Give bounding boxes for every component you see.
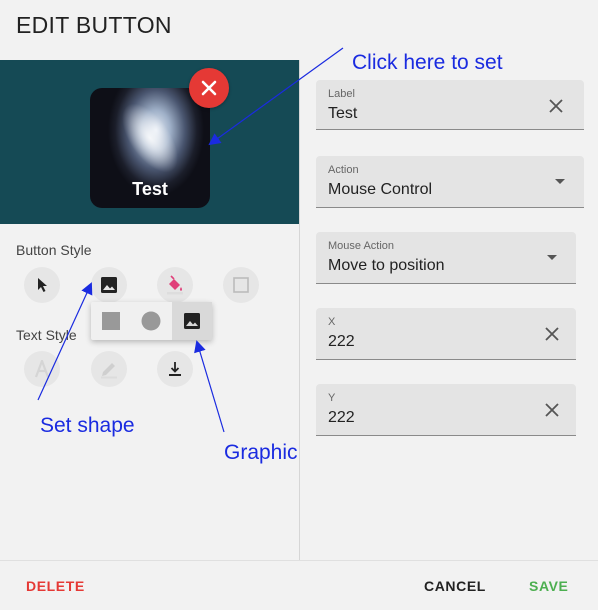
cancel-button[interactable]: CANCEL (424, 578, 486, 594)
annotation-graphic: Graphic (224, 441, 298, 464)
mouse-action-select-label: Mouse Action (328, 240, 395, 252)
save-button[interactable]: SAVE (529, 578, 569, 594)
text-font-button[interactable] (24, 351, 60, 387)
fill-bucket-icon (167, 275, 183, 295)
shape-option-square[interactable] (91, 302, 131, 340)
mouse-action-select[interactable]: Mouse Action Move to position (316, 232, 576, 284)
pen-icon (101, 363, 117, 379)
shape-popover (91, 302, 212, 340)
action-dropdown-arrow[interactable] (550, 172, 570, 192)
align-bottom-icon (169, 362, 181, 376)
x-field-label: X (328, 316, 336, 328)
remove-graphic-button[interactable] (189, 68, 229, 108)
action-select-value: Mouse Control (328, 181, 433, 198)
y-field-label: Y (328, 392, 336, 404)
mouse-action-dropdown-arrow[interactable] (542, 248, 562, 268)
button-preview-area: Test (0, 60, 299, 224)
clear-icon (545, 327, 559, 341)
cursor-style-button[interactable] (24, 267, 60, 303)
graphic-arrow (194, 340, 225, 433)
action-select[interactable]: Action Mouse Control (316, 156, 584, 208)
dropdown-arrow-icon (555, 179, 565, 184)
dropdown-arrow-icon (547, 255, 557, 260)
x-clear-button[interactable] (542, 324, 562, 344)
square-outline-icon (233, 277, 249, 293)
text-a-icon (34, 360, 50, 378)
mouse-action-select-value: Move to position (328, 257, 445, 274)
image-icon (184, 313, 200, 329)
fill-color-button[interactable] (157, 267, 193, 303)
button-preview-tile[interactable]: Test (90, 88, 210, 208)
circle-shape-icon (141, 311, 161, 331)
y-field-value[interactable]: 222 (328, 409, 355, 427)
y-field[interactable]: Y 222 (316, 384, 576, 436)
shape-option-graphic[interactable] (172, 302, 212, 340)
image-icon (101, 277, 117, 293)
text-color-button[interactable] (91, 351, 127, 387)
x-field-value[interactable]: 222 (328, 333, 355, 351)
label-clear-button[interactable] (546, 96, 566, 116)
square-shape-icon (102, 312, 120, 330)
y-clear-button[interactable] (542, 400, 562, 420)
footer-divider (0, 560, 598, 561)
shape-option-circle[interactable] (131, 302, 171, 340)
clear-icon (549, 99, 563, 113)
annotation-click-here: Click here to set (352, 51, 503, 74)
button-preview-label: Test (132, 179, 168, 199)
annotation-set-shape: Set shape (40, 414, 135, 437)
clear-icon (545, 403, 559, 417)
panel-divider (299, 60, 300, 560)
action-select-label: Action (328, 164, 359, 176)
label-field-value[interactable]: Test (328, 105, 357, 123)
label-field-label: Label (328, 88, 355, 100)
image-style-button[interactable] (91, 267, 127, 303)
text-position-button[interactable] (157, 351, 193, 387)
button-style-label: Button Style (16, 242, 92, 258)
border-style-button[interactable] (223, 267, 259, 303)
button-graphic (110, 93, 190, 183)
label-field[interactable]: Label Test (316, 80, 584, 130)
close-icon (201, 80, 217, 96)
delete-button[interactable]: DELETE (26, 578, 85, 594)
cursor-icon (38, 278, 47, 292)
x-field[interactable]: X 222 (316, 308, 576, 360)
text-style-label: Text Style (16, 327, 77, 343)
dialog-title: EDIT BUTTON (16, 12, 172, 38)
